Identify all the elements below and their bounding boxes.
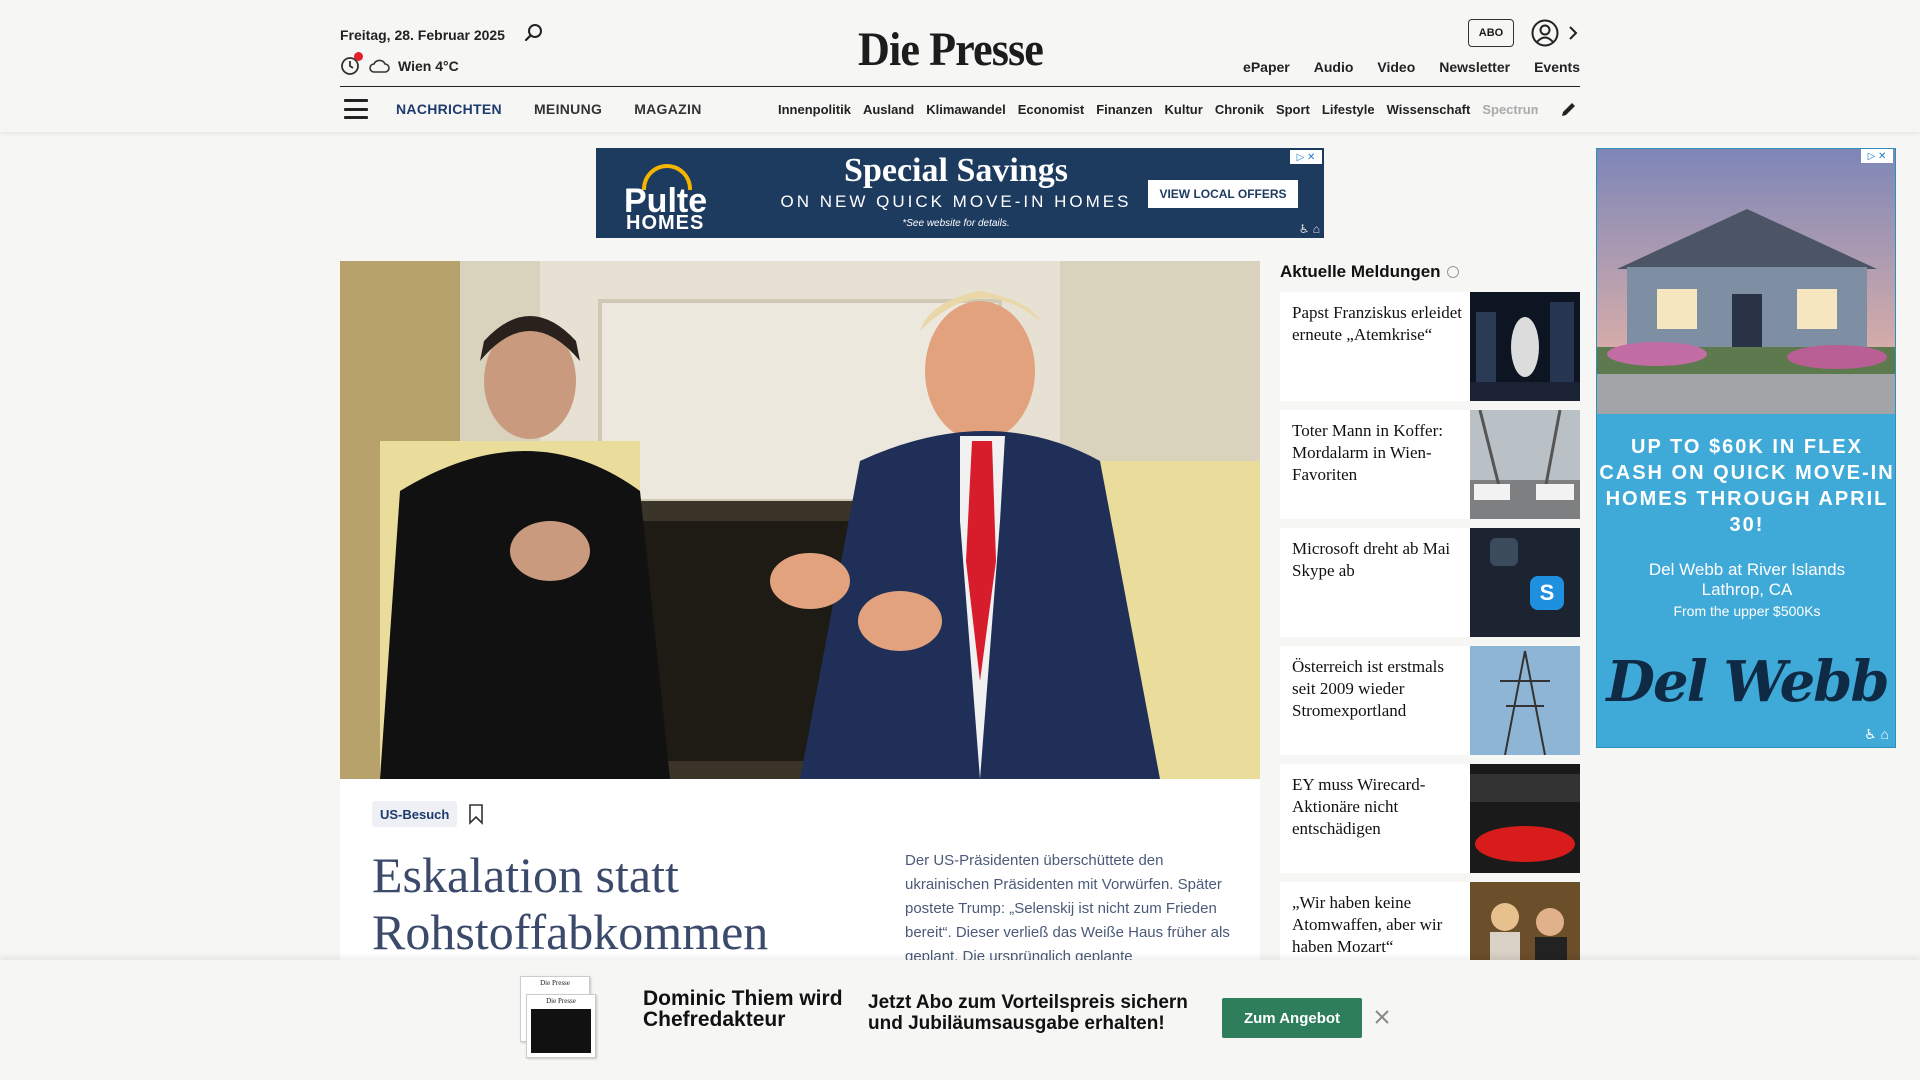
news-list: Papst Franziskus erleidet erneute „Atemk… xyxy=(1280,292,1580,1000)
promo-offer-button[interactable]: Zum Angebot xyxy=(1222,998,1362,1038)
subnav-economist[interactable]: Economist xyxy=(1018,102,1084,117)
subscription-promo-banner: Die Presse Die Presse Dominic Thiem wird… xyxy=(0,960,1920,1080)
link-audio[interactable]: Audio xyxy=(1314,59,1354,75)
news-item-title: Microsoft dreht ab Mai Skype ab xyxy=(1292,539,1451,580)
abo-button[interactable]: ABO xyxy=(1468,19,1514,47)
news-item-title: Papst Franziskus erleidet erneute „Atemk… xyxy=(1292,303,1462,344)
news-section-title: Aktuelle Meldungen xyxy=(1280,262,1459,282)
paper-label-2: Die Presse xyxy=(546,997,576,1005)
link-epaper[interactable]: ePaper xyxy=(1243,59,1290,75)
subnav-lifestyle[interactable]: Lifestyle xyxy=(1322,102,1375,117)
subnav-innenpolitik[interactable]: Innenpolitik xyxy=(778,102,851,117)
link-events[interactable]: Events xyxy=(1534,59,1580,75)
news-item[interactable]: Papst Franziskus erleidet erneute „Atemk… xyxy=(1280,292,1580,401)
newspaper-stack-image: Die Presse Die Presse xyxy=(520,976,600,1058)
tab-meinung[interactable]: MEINUNG xyxy=(534,101,602,117)
news-title-text: Aktuelle Meldungen xyxy=(1280,262,1441,281)
hero-teaser: Der US-Präsidenten überschüttete den ukr… xyxy=(905,852,1230,965)
news-item[interactable]: EY muss Wirecard-Aktionäre nicht entschä… xyxy=(1280,764,1580,873)
side-ad-price: From the upper $500Ks xyxy=(1673,603,1821,619)
main-nav-tabs: NACHRICHTEN MEINUNG MAGAZIN xyxy=(396,101,702,117)
subnav-klimawandel[interactable]: Klimawandel xyxy=(926,102,1005,117)
promo-offer-text: Jetzt Abo zum Vorteilspreis sichern und … xyxy=(868,992,1188,1034)
accessibility-icon: ♿ ⌂ xyxy=(1864,726,1889,742)
news-item[interactable]: Österreich ist erstmals seit 2009 wieder… xyxy=(1280,646,1580,755)
hero-image[interactable] xyxy=(340,261,1260,779)
news-item[interactable]: Toter Mann in Koffer: Mordalarm in Wien-… xyxy=(1280,410,1580,519)
news-thumbnail xyxy=(1470,292,1580,401)
side-banner-ad[interactable]: ▷ ✕ UP TO $60K IN FLEX CASH ON QUICK MOV… xyxy=(1596,148,1896,748)
news-item[interactable]: Microsoft dreht ab Mai Skype ab S xyxy=(1280,528,1580,637)
side-ad-location-1: Del Webb at River Islands xyxy=(1648,560,1846,579)
paper-label-1: Die Presse xyxy=(540,979,570,987)
search-icon[interactable] xyxy=(523,22,545,44)
pulte-logo: Pulte HOMES xyxy=(622,164,712,234)
subnav-wissenschaft[interactable]: Wissenschaft xyxy=(1387,102,1471,117)
subnav-sport[interactable]: Sport xyxy=(1276,102,1310,117)
accessibility-icon: ♿ ⌂ xyxy=(1298,222,1320,236)
live-icon xyxy=(1446,266,1459,278)
link-video[interactable]: Video xyxy=(1377,59,1415,75)
user-account-icon[interactable] xyxy=(1530,18,1560,48)
house-image xyxy=(1597,149,1895,414)
news-thumbnail xyxy=(1470,410,1580,519)
news-item-title: Toter Mann in Koffer: Mordalarm in Wien-… xyxy=(1292,421,1443,484)
weather-widget[interactable]: Wien 4°C xyxy=(340,52,459,76)
side-ad-location: Del Webb at River Islands Lathrop, CA xyxy=(1597,560,1895,600)
subnav-kultur[interactable]: Kultur xyxy=(1165,102,1203,117)
weather-text: Wien 4°C xyxy=(398,58,459,74)
del-webb-logo: Del Webb xyxy=(1606,649,1889,715)
notification-icon[interactable] xyxy=(340,52,363,76)
main-navigation: NACHRICHTEN MEINUNG MAGAZIN Innenpolitik… xyxy=(340,86,1580,132)
chevron-right-icon[interactable] xyxy=(1566,22,1580,44)
pulte-brand-line2: HOMES xyxy=(626,212,705,234)
news-thumbnail: S xyxy=(1470,528,1580,637)
site-header: Freitag, 28. Februar 2025 Wien 4°C Die P… xyxy=(0,0,1920,132)
current-date: Freitag, 28. Februar 2025 xyxy=(340,27,505,43)
news-item-title: „Wir haben keine Atomwaffen, aber wir ha… xyxy=(1292,893,1443,956)
article-tag[interactable]: US-Besuch xyxy=(372,801,458,827)
subnav-chronik[interactable]: Chronik xyxy=(1215,102,1264,117)
subnav-finanzen[interactable]: Finanzen xyxy=(1096,102,1152,117)
news-item-title: EY muss Wirecard-Aktionäre nicht entschä… xyxy=(1292,775,1426,838)
adchoices-icon[interactable]: ▷ ✕ xyxy=(1861,149,1893,163)
cloud-icon xyxy=(369,59,390,73)
menu-icon[interactable] xyxy=(344,99,368,119)
ad-note: *See website for details. xyxy=(902,218,1010,229)
side-ad-location-2: Lathrop, CA xyxy=(1701,580,1793,599)
subnav-ausland[interactable]: Ausland xyxy=(863,102,914,117)
top-links: ePaper Audio Video Newsletter Events xyxy=(1243,59,1580,75)
promo-headline: Dominic Thiem wird Chefredakteur xyxy=(643,987,843,1031)
site-logo[interactable]: Die Presse xyxy=(858,22,1044,77)
hero-headline[interactable]: Eskalation statt Rohstoffabkommen xyxy=(372,847,852,961)
tab-nachrichten[interactable]: NACHRICHTEN xyxy=(396,101,502,117)
subnav-spectrum[interactable]: Spectrum xyxy=(1482,102,1538,117)
pencil-icon[interactable] xyxy=(1560,100,1578,118)
tab-magazin[interactable]: MAGAZIN xyxy=(634,101,701,117)
link-newsletter[interactable]: Newsletter xyxy=(1439,59,1510,75)
top-banner-ad[interactable]: Pulte HOMES Special Savings ON NEW QUICK… xyxy=(596,148,1324,238)
svg-text:S: S xyxy=(1540,580,1555,605)
header-inner: Freitag, 28. Februar 2025 Wien 4°C Die P… xyxy=(340,0,1580,132)
sub-navigation: Innenpolitik Ausland Klimawandel Economi… xyxy=(778,102,1538,117)
close-icon[interactable] xyxy=(1374,1009,1390,1025)
ad-cta-button[interactable]: VIEW LOCAL OFFERS xyxy=(1148,180,1298,208)
adchoices-icon[interactable]: ▷ ✕ xyxy=(1290,150,1322,164)
ad-headline: Special Savings xyxy=(844,152,1068,189)
hero-photo xyxy=(340,261,1260,779)
news-item-title: Österreich ist erstmals seit 2009 wieder… xyxy=(1292,657,1445,720)
bookmark-icon[interactable] xyxy=(468,803,484,825)
ad-subline: ON NEW QUICK MOVE-IN HOMES xyxy=(780,192,1132,211)
side-ad-headline: UP TO $60K IN FLEX CASH ON QUICK MOVE-IN… xyxy=(1599,436,1895,536)
news-thumbnail xyxy=(1470,646,1580,755)
news-thumbnail xyxy=(1470,764,1580,873)
